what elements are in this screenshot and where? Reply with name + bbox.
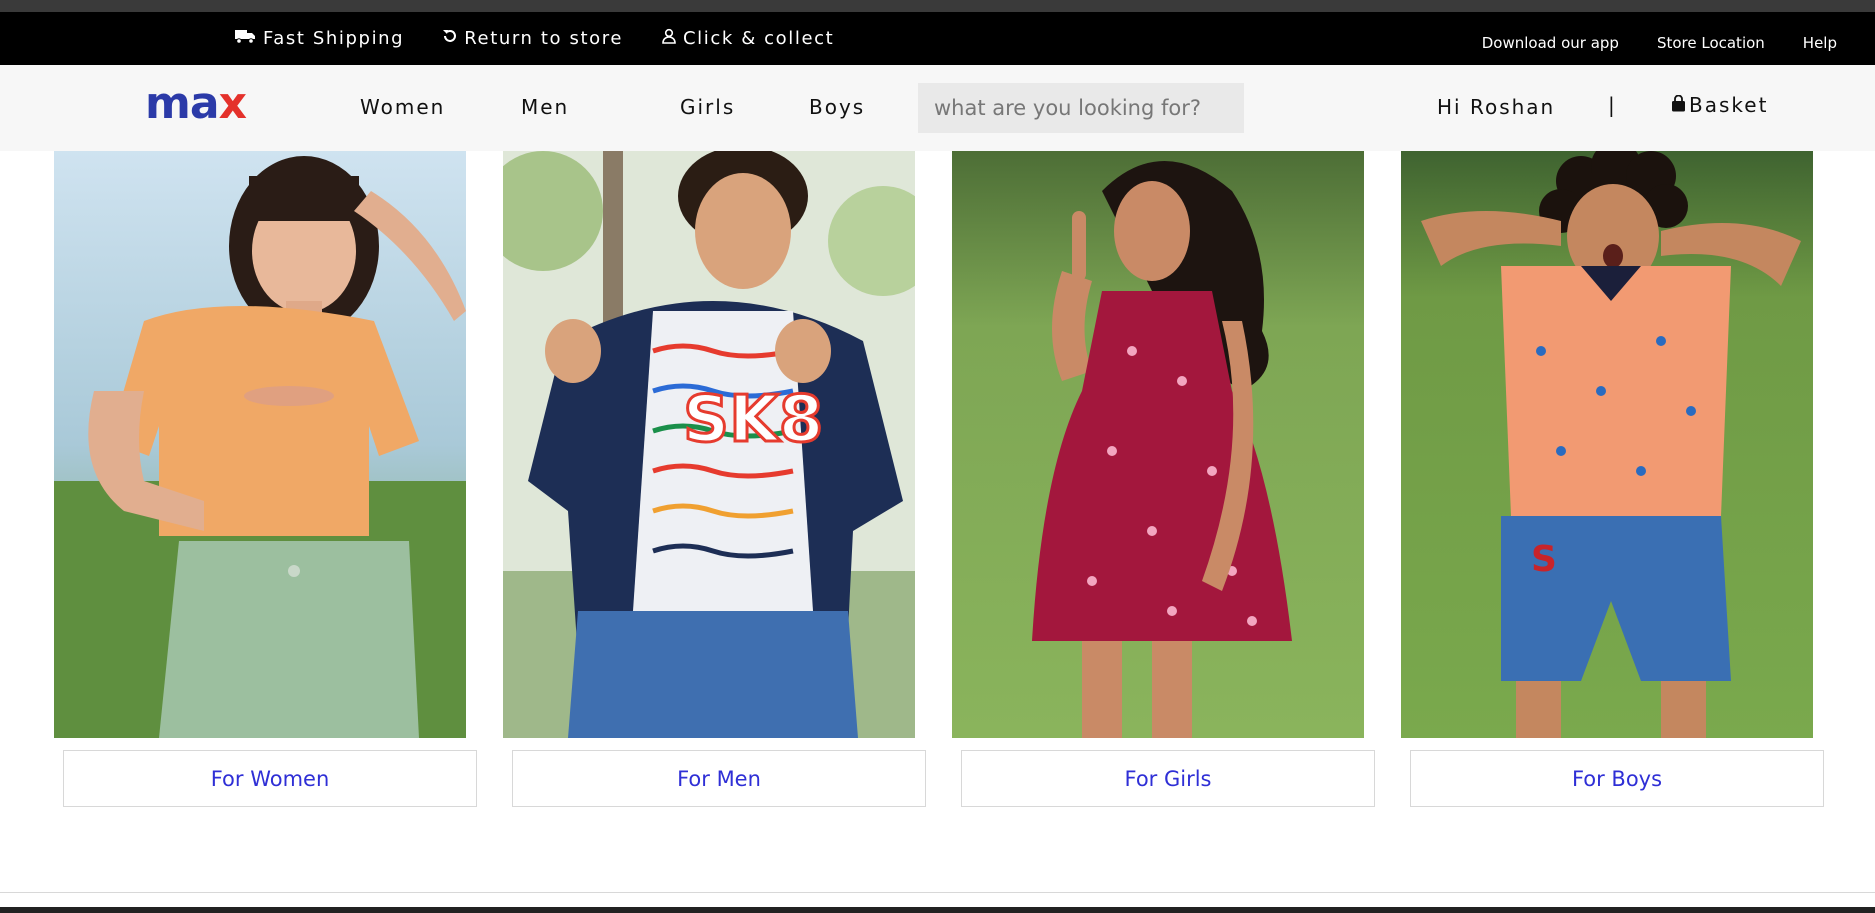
nav-boys[interactable]: Boys xyxy=(809,95,865,119)
account-greeting[interactable]: Hi Roshan xyxy=(1437,95,1555,119)
shopping-bag-icon xyxy=(1671,93,1689,117)
return-arrow-icon xyxy=(442,28,464,49)
for-men-button[interactable]: For Men xyxy=(512,750,926,807)
svg-text:S: S xyxy=(1531,539,1557,580)
main-navigation: max Women Men Girls Boys Hi Roshan | Bas… xyxy=(0,65,1875,151)
header-separator: | xyxy=(1608,93,1615,117)
store-location-link[interactable]: Store Location xyxy=(1657,34,1765,52)
max-logo[interactable]: max xyxy=(145,82,247,126)
for-boys-button[interactable]: For Boys xyxy=(1410,750,1824,807)
download-app-link[interactable]: Download our app xyxy=(1482,34,1619,52)
help-link[interactable]: Help xyxy=(1803,34,1837,52)
svg-text:SK8: SK8 xyxy=(683,383,823,457)
fast-shipping-promo[interactable]: Fast Shipping xyxy=(235,28,404,49)
truck-icon xyxy=(235,28,263,49)
promo-right: Download our app Store Location Help xyxy=(1482,12,1875,65)
nav-girls[interactable]: Girls xyxy=(680,95,735,119)
nav-men[interactable]: Men xyxy=(521,95,569,119)
browser-top-strip xyxy=(0,0,1875,12)
for-women-button[interactable]: For Women xyxy=(63,750,477,807)
nav-women[interactable]: Women xyxy=(360,95,445,119)
fast-shipping-label: Fast Shipping xyxy=(263,28,405,49)
footer-divider xyxy=(0,892,1875,893)
footer-bar xyxy=(0,907,1875,913)
click-collect-promo[interactable]: Click & collect xyxy=(661,28,834,49)
promo-left: Fast Shipping Return to store Click & co… xyxy=(235,12,872,65)
boys-category-image[interactable]: S xyxy=(1401,151,1813,738)
click-collect-label: Click & collect xyxy=(683,28,835,49)
return-to-store-label: Return to store xyxy=(464,28,623,49)
basket-button[interactable]: Basket xyxy=(1671,93,1768,117)
return-to-store-promo[interactable]: Return to store xyxy=(442,28,623,49)
promo-bar: Fast Shipping Return to store Click & co… xyxy=(0,12,1875,65)
search-input[interactable] xyxy=(918,83,1244,133)
for-girls-button[interactable]: For Girls xyxy=(961,750,1375,807)
women-category-image[interactable] xyxy=(54,151,466,738)
men-category-image[interactable]: SK8 xyxy=(503,151,915,738)
girls-category-image[interactable] xyxy=(952,151,1364,738)
user-icon xyxy=(661,28,683,49)
basket-label: Basket xyxy=(1689,93,1769,117)
